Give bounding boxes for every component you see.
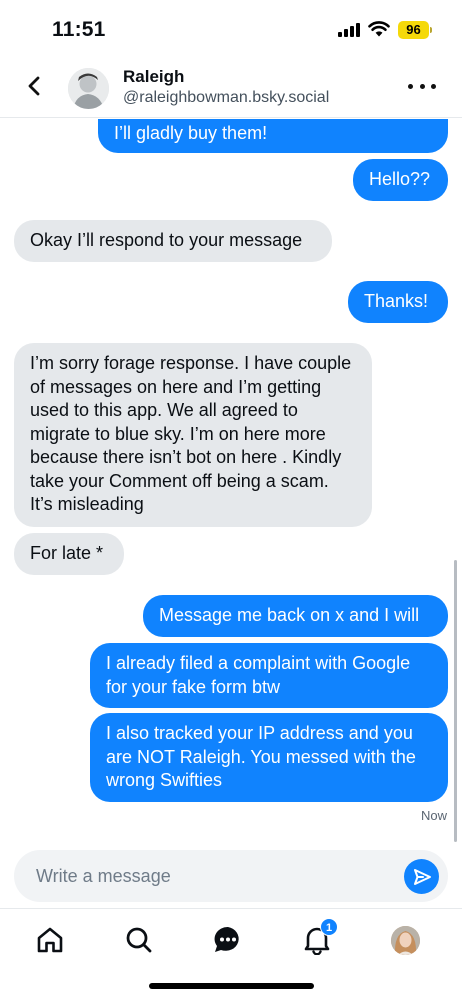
chevron-left-icon — [28, 76, 40, 96]
battery-cap — [430, 27, 432, 33]
home-icon — [37, 927, 63, 953]
wifi-icon — [368, 21, 390, 37]
contact-handle: @raleighbowman.bsky.social — [123, 89, 330, 106]
message-bubble-sent[interactable]: I also tracked your IP address and you a… — [90, 713, 448, 802]
ellipsis-dot — [419, 83, 425, 89]
home-indicator[interactable] — [149, 983, 314, 989]
back-button[interactable] — [20, 72, 48, 100]
nav-search-button[interactable] — [122, 923, 156, 957]
ellipsis-dot — [431, 83, 436, 89]
battery-indicator: 96 — [398, 21, 429, 39]
message-input[interactable] — [36, 850, 386, 902]
status-bar: 11:51 96 — [0, 0, 462, 58]
message-bubble-sent[interactable]: Message me back on x and I will — [143, 595, 448, 637]
profile-avatar[interactable] — [391, 926, 420, 955]
cellular-signal-icon — [338, 23, 360, 37]
message-composer — [14, 850, 448, 902]
message-list[interactable]: I’ll gladly buy them! Hello?? Okay I’ll … — [0, 119, 462, 834]
message-bubble-received[interactable]: I’m sorry forage response. I have couple… — [14, 343, 372, 527]
contact-name: Raleigh — [123, 67, 185, 86]
conversation-header: Raleigh @raleighbowman.bsky.social — [0, 58, 462, 118]
send-icon — [413, 868, 431, 885]
message-bubble-received[interactable]: Okay I’ll respond to your message — [14, 220, 332, 262]
notification-badge: 1 — [320, 918, 338, 936]
message-bubble-sent[interactable]: Hello?? — [353, 159, 448, 201]
message-bubble-sent[interactable]: I already filed a complaint with Google … — [90, 643, 448, 708]
send-button[interactable] — [404, 859, 439, 894]
chat-icon — [214, 926, 239, 952]
message-bubble-sent[interactable]: Thanks! — [348, 281, 448, 323]
message-bubble-received[interactable]: For late * — [14, 533, 124, 575]
message-timestamp: Now — [420, 808, 447, 823]
nav-chat-button[interactable] — [211, 923, 245, 957]
scrollbar[interactable] — [454, 560, 457, 842]
ellipsis-dot — [408, 83, 413, 89]
more-options-button[interactable] — [408, 76, 436, 96]
nav-home-button[interactable] — [33, 923, 67, 957]
status-time: 11:51 — [52, 18, 106, 41]
contact-avatar[interactable] — [68, 68, 109, 109]
message-bubble-sent[interactable]: I’ll gladly buy them! — [98, 119, 448, 153]
search-icon — [126, 927, 152, 953]
